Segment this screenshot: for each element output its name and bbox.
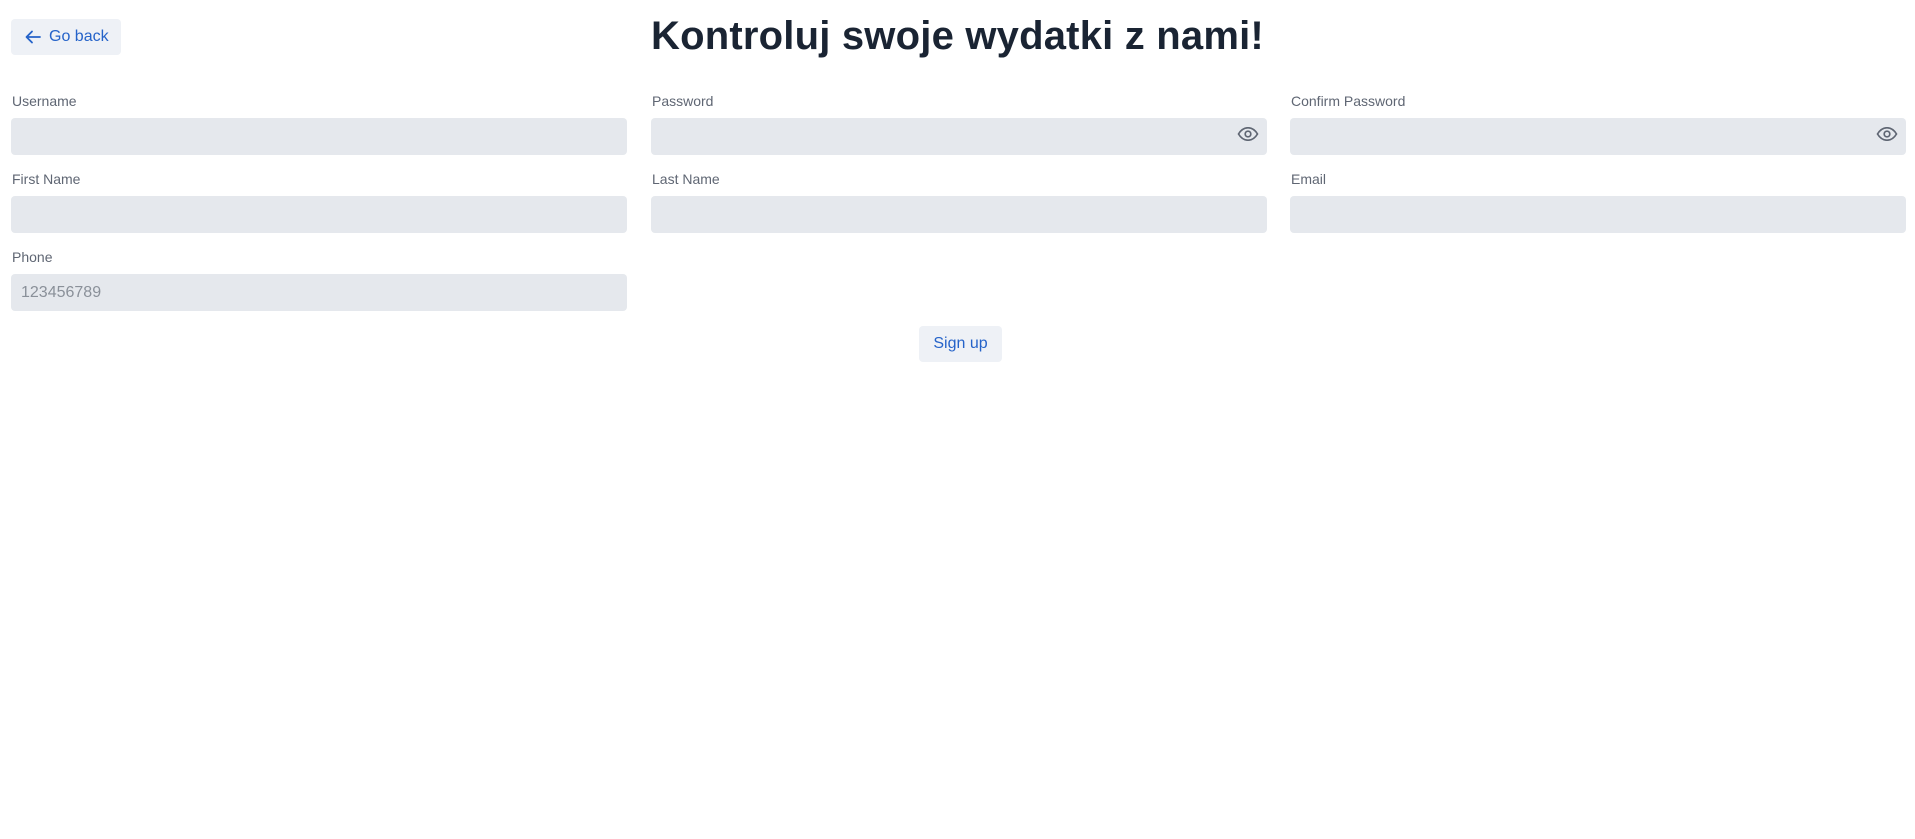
confirm-password-label: Confirm Password xyxy=(1291,93,1406,109)
confirm-password-input[interactable] xyxy=(1290,118,1906,155)
last-name-field-group: Last Name xyxy=(651,170,1267,233)
password-input[interactable] xyxy=(651,118,1267,155)
confirm-password-visibility-toggle[interactable] xyxy=(1874,124,1900,149)
confirm-password-field-group: Confirm Password xyxy=(1290,92,1906,155)
username-input[interactable] xyxy=(11,118,627,155)
first-name-field-group: First Name xyxy=(11,170,627,233)
last-name-label: Last Name xyxy=(652,171,720,187)
signup-page: Go back Kontroluj swoje wydatki z nami! … xyxy=(0,0,1915,839)
password-visibility-toggle[interactable] xyxy=(1235,124,1261,149)
page-title: Kontroluj swoje wydatki z nami! xyxy=(651,14,1264,58)
email-field-group: Email xyxy=(1290,170,1906,233)
phone-label: Phone xyxy=(12,249,53,265)
last-name-input[interactable] xyxy=(651,196,1267,233)
phone-input[interactable] xyxy=(11,274,627,311)
username-label: Username xyxy=(12,93,77,109)
sign-up-button[interactable]: Sign up xyxy=(919,326,1002,362)
phone-field-group: Phone xyxy=(11,248,627,311)
first-name-input[interactable] xyxy=(11,196,627,233)
first-name-label: First Name xyxy=(12,171,81,187)
email-input[interactable] xyxy=(1290,196,1906,233)
password-field-group: Password xyxy=(651,92,1267,155)
username-field-group: Username xyxy=(11,92,627,155)
eye-icon xyxy=(1876,126,1898,146)
password-label: Password xyxy=(652,93,714,109)
eye-icon xyxy=(1237,126,1259,146)
email-label: Email xyxy=(1291,171,1327,187)
